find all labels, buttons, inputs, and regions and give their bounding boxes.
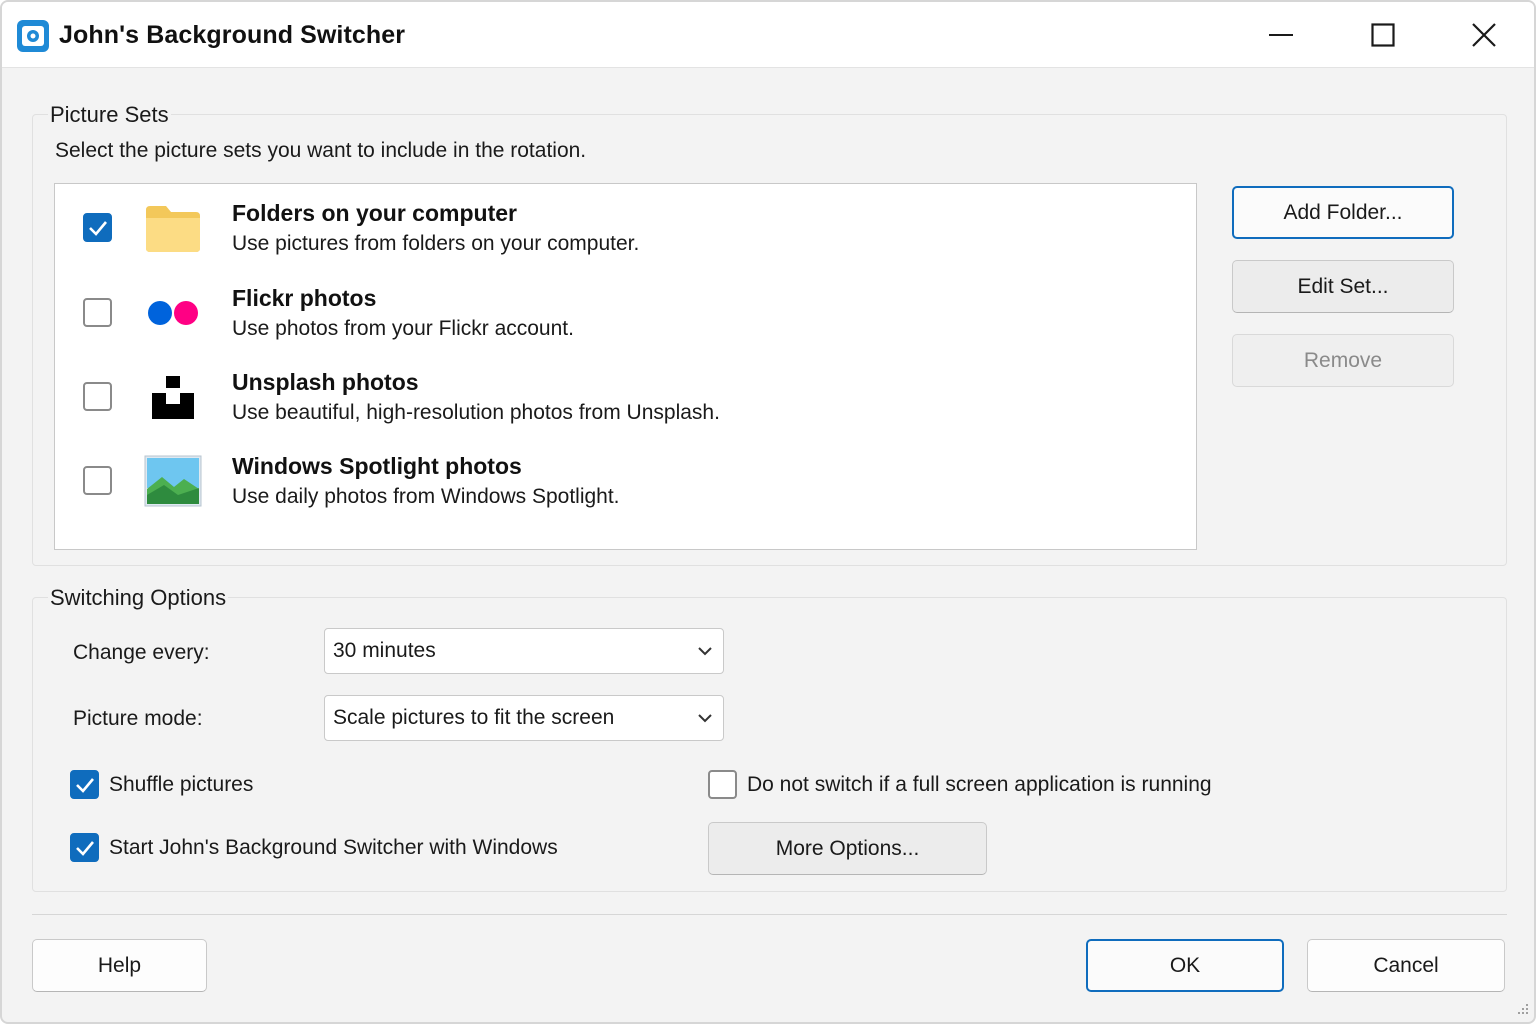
remove-button[interactable]: Remove — [1232, 334, 1454, 387]
picture-sets-title: Picture Sets — [48, 102, 171, 128]
picture-sets-instruction: Select the picture sets you want to incl… — [55, 139, 587, 162]
change-every-select[interactable]: 30 minutes — [324, 628, 724, 674]
no-fullscreen-checkbox[interactable] — [708, 770, 737, 799]
minimize-button[interactable] — [1232, 2, 1332, 68]
folders-description: Use pictures from folders on your comput… — [232, 232, 640, 255]
title-bar[interactable]: John's Background Switcher — [2, 2, 1534, 68]
flickr-icon — [148, 301, 198, 325]
no-fullscreen-label[interactable]: Do not switch if a full screen applicati… — [747, 773, 1212, 797]
checkmark-icon — [76, 778, 94, 793]
cancel-button[interactable]: Cancel — [1307, 939, 1505, 992]
start-with-windows-checkbox[interactable] — [70, 833, 99, 862]
chevron-down-icon — [698, 647, 712, 656]
jbs-app-icon — [17, 20, 49, 52]
close-button[interactable] — [1434, 2, 1534, 68]
list-item-unsplash[interactable]: Unsplash photos Use beautiful, high-reso… — [55, 353, 1196, 437]
shuffle-checkbox[interactable] — [70, 770, 99, 799]
picture-mode-label: Picture mode: — [73, 707, 203, 730]
unsplash-checkbox[interactable] — [83, 382, 112, 411]
folders-title: Folders on your computer — [232, 200, 517, 226]
change-every-value: 30 minutes — [333, 639, 436, 662]
checkmark-icon — [76, 841, 94, 856]
close-icon — [1472, 23, 1496, 47]
switching-options-title: Switching Options — [48, 585, 229, 611]
folders-checkbox[interactable] — [83, 213, 112, 242]
spotlight-description: Use daily photos from Windows Spotlight. — [232, 485, 620, 508]
flickr-description: Use photos from your Flickr account. — [232, 317, 574, 340]
more-options-button[interactable]: More Options... — [708, 822, 987, 875]
picture-sets-list[interactable]: Folders on your computer Use pictures fr… — [54, 183, 1197, 550]
chevron-down-icon — [698, 714, 712, 723]
ok-button[interactable]: OK — [1086, 939, 1284, 992]
unsplash-title: Unsplash photos — [232, 369, 419, 395]
window-title: John's Background Switcher — [59, 21, 406, 49]
checkmark-icon — [89, 221, 107, 236]
list-item-spotlight[interactable]: Windows Spotlight photos Use daily photo… — [55, 437, 1196, 521]
spotlight-title: Windows Spotlight photos — [232, 453, 522, 479]
edit-set-button[interactable]: Edit Set... — [1232, 260, 1454, 313]
unsplash-description: Use beautiful, high-resolution photos fr… — [232, 401, 720, 424]
unsplash-icon — [152, 376, 194, 419]
flickr-checkbox[interactable] — [83, 298, 112, 327]
help-button[interactable]: Help — [32, 939, 207, 992]
flickr-title: Flickr photos — [232, 285, 377, 311]
footer-separator — [32, 914, 1507, 915]
maximize-icon — [1371, 23, 1395, 47]
list-item-folders[interactable]: Folders on your computer Use pictures fr… — [55, 184, 1196, 268]
picture-mode-select[interactable]: Scale pictures to fit the screen — [324, 695, 724, 741]
minimize-icon — [1269, 34, 1293, 36]
spotlight-picture-icon — [144, 455, 202, 507]
main-window: John's Background Switcher Picture Sets … — [0, 0, 1536, 1024]
change-every-label: Change every: — [73, 641, 210, 664]
start-with-windows-label[interactable]: Start John's Background Switcher with Wi… — [109, 836, 558, 860]
shuffle-label[interactable]: Shuffle pictures — [109, 773, 253, 797]
list-item-flickr[interactable]: Flickr photos Use photos from your Flick… — [55, 269, 1196, 353]
folder-icon — [146, 206, 200, 252]
spotlight-checkbox[interactable] — [83, 466, 112, 495]
maximize-button[interactable] — [1333, 2, 1433, 68]
resize-grip-icon[interactable] — [1514, 1002, 1530, 1018]
picture-mode-value: Scale pictures to fit the screen — [333, 706, 615, 729]
add-folder-button[interactable]: Add Folder... — [1232, 186, 1454, 239]
